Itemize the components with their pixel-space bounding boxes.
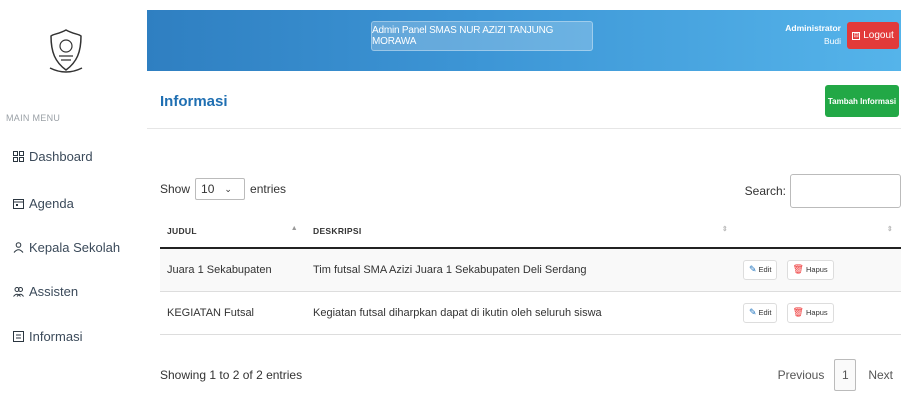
user-role: Administrator xyxy=(785,23,841,33)
show-label: Show xyxy=(160,182,191,196)
information-table: JUDUL ▲ DESKRIPSI ⇕ ⇕ Juara 1 Sekabupate… xyxy=(160,214,901,335)
page-header: Informasi Tambah Informasi xyxy=(147,73,901,129)
table-header-row: JUDUL ▲ DESKRIPSI ⇕ ⇕ xyxy=(160,214,901,249)
search-control: Search: xyxy=(745,174,901,208)
sidebar-item-label: Dashboard xyxy=(29,149,93,164)
chevron-down-icon: ⌄ xyxy=(224,183,232,194)
search-label: Search: xyxy=(744,184,786,198)
entries-select[interactable]: 10 ⌄ xyxy=(195,178,246,200)
menu-title: MAIN MENU xyxy=(6,113,61,123)
sidebar-item-kepala-sekolah[interactable]: Kepala Sekolah xyxy=(12,240,120,255)
sidebar-item-label: Assisten xyxy=(29,284,79,299)
cell-deskripsi: Kegiatan futsal diharpkan dapat di ikuti… xyxy=(306,291,736,335)
edit-button[interactable]: ✎ Edit xyxy=(743,259,778,280)
sidebar-item-assisten[interactable]: Assisten xyxy=(12,284,78,299)
cell-actions: ✎ Edit 🗑 Hapus xyxy=(736,291,901,335)
sidebar-item-informasi[interactable]: Informasi xyxy=(12,329,82,344)
person-icon xyxy=(12,242,24,254)
cell-judul: KEGIATAN Futsal xyxy=(160,291,306,335)
table-info: Showing 1 to 2 of 2 entries xyxy=(160,368,303,382)
sidebar: MAIN MENU Dashboard Agenda Kepala Sekola… xyxy=(0,0,145,394)
sort-icon: ⇕ xyxy=(886,226,893,233)
pencil-icon: ✎ xyxy=(749,307,757,317)
next-page-button[interactable]: Next xyxy=(868,368,893,382)
entries-label: entries xyxy=(250,182,287,196)
trash-icon: 🗑 xyxy=(792,307,804,317)
sidebar-item-dashboard[interactable]: Dashboard xyxy=(12,149,93,164)
logout-icon: ⊟ xyxy=(852,31,861,40)
user-name: Budi xyxy=(823,36,841,46)
table-row: KEGIATAN Futsal Kegiatan futsal diharpka… xyxy=(160,291,901,335)
trash-icon: 🗑 xyxy=(792,264,804,275)
pencil-icon: ✎ xyxy=(749,264,757,275)
column-header-judul[interactable]: JUDUL ▲ xyxy=(160,214,306,249)
delete-button[interactable]: 🗑 Hapus xyxy=(786,259,834,280)
logout-label: Logout xyxy=(863,30,894,41)
top-header: Admin Panel SMAS NUR AZIZI TANJUNG MORAW… xyxy=(147,10,901,71)
grid-icon xyxy=(12,151,24,163)
cell-actions: ✎ Edit 🗑 Hapus xyxy=(736,248,901,292)
entries-length-control: Show 10 ⌄ entries xyxy=(160,178,286,200)
add-information-button[interactable]: Tambah Informasi xyxy=(825,85,899,117)
table-row: Juara 1 Sekabupaten Tim futsal SMA Azizi… xyxy=(160,248,901,292)
cell-judul: Juara 1 Sekabupaten xyxy=(160,248,306,292)
sidebar-item-agenda[interactable]: Agenda xyxy=(12,196,74,211)
search-input[interactable] xyxy=(790,174,901,208)
entries-select-value: 10 xyxy=(201,182,215,196)
user-info[interactable]: Administrator Budi xyxy=(785,22,841,48)
sidebar-item-label: Kepala Sekolah xyxy=(29,240,121,255)
page-1-button[interactable]: 1 xyxy=(834,359,857,391)
cell-deskripsi: Tim futsal SMA Azizi Juara 1 Sekabupaten… xyxy=(306,248,736,292)
column-header-deskripsi[interactable]: DESKRIPSI ⇕ xyxy=(306,214,736,249)
edit-button[interactable]: ✎ Edit xyxy=(743,302,778,323)
pagination: Previous 1 Next xyxy=(778,359,901,391)
sidebar-item-label: Informasi xyxy=(29,329,83,344)
column-header-actions[interactable]: ⇕ xyxy=(736,214,901,249)
sort-asc-icon: ▲ xyxy=(290,225,298,232)
delete-button[interactable]: 🗑 Hapus xyxy=(786,302,834,323)
previous-page-button[interactable]: Previous xyxy=(778,368,825,382)
sort-icon: ⇕ xyxy=(721,226,728,233)
info-box-icon xyxy=(12,331,24,343)
people-icon xyxy=(12,286,24,298)
calendar-icon xyxy=(12,198,24,210)
sidebar-item-label: Agenda xyxy=(29,196,74,211)
app-title: Admin Panel SMAS NUR AZIZI TANJUNG MORAW… xyxy=(371,21,593,51)
page-title: Informasi xyxy=(160,93,228,110)
school-logo xyxy=(47,28,85,74)
logout-button[interactable]: ⊟ Logout xyxy=(847,22,899,49)
